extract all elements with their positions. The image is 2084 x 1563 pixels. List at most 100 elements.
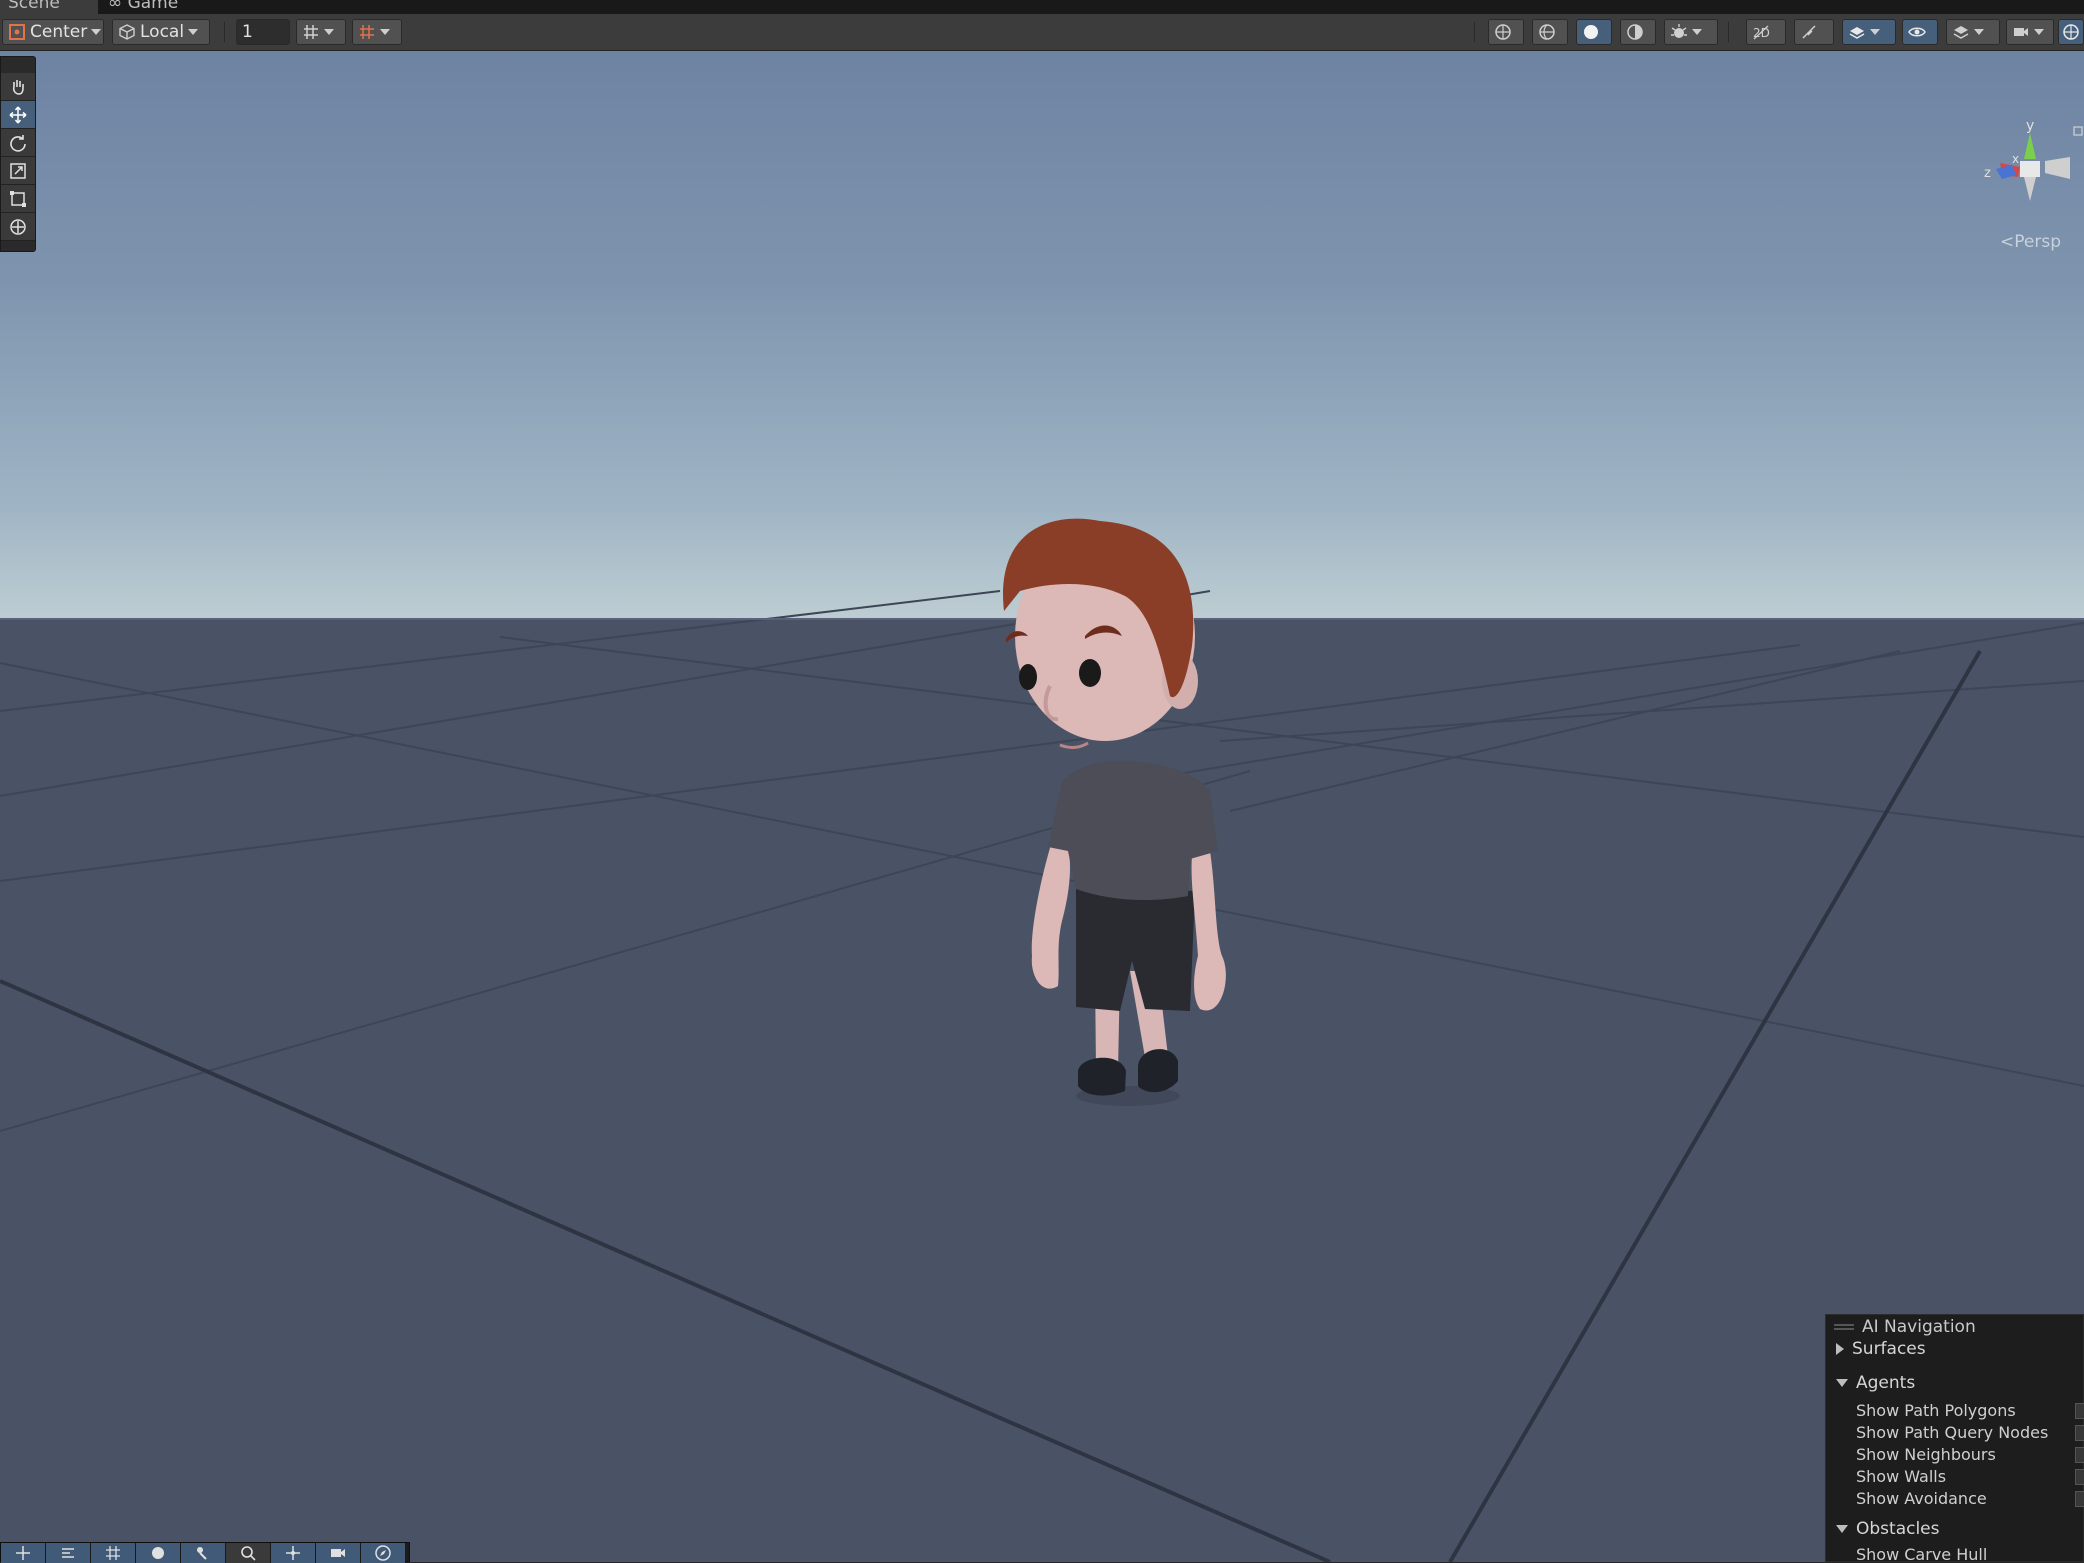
section-agents[interactable]: Agents <box>1836 1373 1915 1393</box>
drag-handle-icon[interactable] <box>1834 1324 1854 1326</box>
chevron-down-icon <box>91 29 102 35</box>
camera-icon <box>331 1549 345 1557</box>
move-tool-icon <box>9 106 27 123</box>
game-icon: ∞ <box>108 0 128 13</box>
unlit-button[interactable] <box>1620 19 1656 45</box>
scale-tool-icon <box>10 162 26 179</box>
scene-visibility-dropdown[interactable] <box>1842 19 1896 45</box>
chevron-down-icon <box>1692 29 1702 35</box>
unlit-icon <box>1627 24 1643 40</box>
effects-button[interactable] <box>1664 19 1718 45</box>
hand-tool-icon <box>12 79 24 95</box>
eye-icon <box>1908 27 1926 37</box>
pivot-rotation-dropdown[interactable]: Local <box>112 19 210 45</box>
section-surfaces[interactable]: Surfaces <box>1836 1339 1926 1359</box>
bottom-compass-button[interactable] <box>361 1543 406 1563</box>
grid-snap-icon <box>304 25 318 39</box>
section-obstacles[interactable]: Obstacles <box>1836 1519 1940 1539</box>
orbit-button[interactable] <box>2058 19 2084 45</box>
ground-grid <box>0 518 2084 1562</box>
align-icon <box>62 1548 74 1558</box>
audio-mute-button[interactable]: 2D <box>1746 19 1786 45</box>
lock-icon[interactable] <box>2073 126 2083 136</box>
bottom-sphere-button[interactable] <box>136 1543 181 1563</box>
tab-game[interactable]: ∞ Game <box>100 0 206 14</box>
bottom-pivot-button[interactable] <box>271 1543 316 1563</box>
bottom-align-button[interactable] <box>46 1543 91 1563</box>
orbit-icon <box>2063 24 2079 40</box>
transform-tool[interactable] <box>1 213 35 241</box>
layers-stack-icon <box>1849 27 1865 39</box>
move-tool[interactable] <box>1 101 35 129</box>
character-model[interactable] <box>1003 518 1226 1106</box>
chevron-down-icon <box>188 29 199 35</box>
checkbox-path-query-nodes[interactable] <box>2075 1425 2084 1441</box>
checkbox-walls[interactable] <box>2075 1469 2084 1485</box>
overlay-title: AI Navigation <box>1862 1317 1976 1337</box>
bottom-camera-button[interactable] <box>316 1543 361 1563</box>
gizmo-z-label: z <box>1984 166 1991 181</box>
option-show-avoidance[interactable]: Show Avoidance <box>1856 1489 1987 1508</box>
bottom-bones-button[interactable] <box>181 1543 226 1563</box>
pivot-mode-dropdown[interactable]: Center <box>2 19 104 45</box>
projection-toggle[interactable]: <Persp <box>2000 232 2061 252</box>
option-show-neighbours[interactable]: Show Neighbours <box>1856 1445 1996 1464</box>
orientation-gizmo[interactable]: y x z <box>1960 119 2084 229</box>
search-icon <box>241 1546 256 1561</box>
chevron-left-icon: < <box>2000 232 2015 252</box>
bottom-tool-strip <box>0 1542 410 1563</box>
pivot-center-icon <box>9 24 25 40</box>
checkbox-avoidance[interactable] <box>2075 1491 2084 1507</box>
camera-dropdown[interactable] <box>2006 19 2054 45</box>
sphere-icon <box>152 1547 164 1559</box>
bottom-grid-button[interactable] <box>91 1543 136 1563</box>
lighting-toggle[interactable] <box>1794 19 1834 45</box>
option-show-path-query-nodes[interactable]: Show Path Query Nodes <box>1856 1423 2048 1442</box>
toolbar-separator <box>224 22 225 42</box>
option-show-path-polygons[interactable]: Show Path Polygons <box>1856 1401 2016 1420</box>
gizmo-orientation-button[interactable] <box>1488 19 1524 45</box>
gizmo-center-cube[interactable] <box>2020 161 2040 177</box>
local-cube-icon <box>119 24 135 40</box>
rect-tool[interactable] <box>1 185 35 213</box>
checkbox-neighbours[interactable] <box>2075 1447 2084 1463</box>
chevron-down-icon <box>2034 29 2044 35</box>
bones-icon <box>197 1547 207 1560</box>
grid-size-input[interactable]: 1 <box>236 19 290 45</box>
grid-icon <box>106 1546 120 1560</box>
hand-tool[interactable] <box>1 73 35 101</box>
gizmo-orientation-icon <box>1495 24 1511 40</box>
option-show-carve-hull[interactable]: Show Carve Hull <box>1856 1545 1987 1562</box>
tab-strip: Scene ∞ Game <box>0 0 2084 14</box>
toolbar-separator <box>1474 22 1475 42</box>
layers-dropdown[interactable] <box>1946 19 2000 45</box>
gizmo-x-label: x <box>2012 152 2019 166</box>
increment-snap-toggle[interactable] <box>352 19 402 45</box>
grid-snap-toggle[interactable] <box>296 19 346 45</box>
gizmo-neg-y-axis[interactable] <box>2024 177 2036 201</box>
shaded-icon <box>1584 25 1598 39</box>
tab-scene[interactable]: Scene <box>0 0 98 14</box>
chevron-right-icon <box>1836 1343 1844 1355</box>
layers-icon <box>1953 26 1969 39</box>
option-show-walls[interactable]: Show Walls <box>1856 1467 1946 1486</box>
gizmo-y-label: y <box>2026 119 2034 134</box>
bottom-move-button[interactable] <box>1 1543 46 1563</box>
shaded-button[interactable] <box>1576 19 1612 45</box>
scene-viewport[interactable]: y x z <Persp AI Navigation Surfaces Agen… <box>0 51 2084 1562</box>
gizmo-y-axis[interactable] <box>2024 133 2036 159</box>
checkbox-path-polygons[interactable] <box>2075 1403 2084 1419</box>
chevron-down-icon <box>324 29 334 35</box>
gizmo-neg-x-axis[interactable] <box>2045 157 2070 179</box>
rect-tool-icon <box>10 190 26 207</box>
scale-tool[interactable] <box>1 157 35 185</box>
rotate-tool[interactable] <box>1 129 35 157</box>
scene-toolbar: Center Local 1 2D <box>0 14 2084 51</box>
chevron-down-icon <box>1974 29 1984 35</box>
scene-visibility-button[interactable] <box>1902 19 1938 45</box>
ai-navigation-overlay: AI Navigation Surfaces Agents Show Path … <box>1825 1314 2084 1562</box>
bottom-search-button[interactable] <box>226 1543 271 1563</box>
wireframe-button[interactable] <box>1532 19 1568 45</box>
chevron-down-icon <box>1836 1525 1848 1533</box>
increment-snap-icon <box>360 25 374 39</box>
